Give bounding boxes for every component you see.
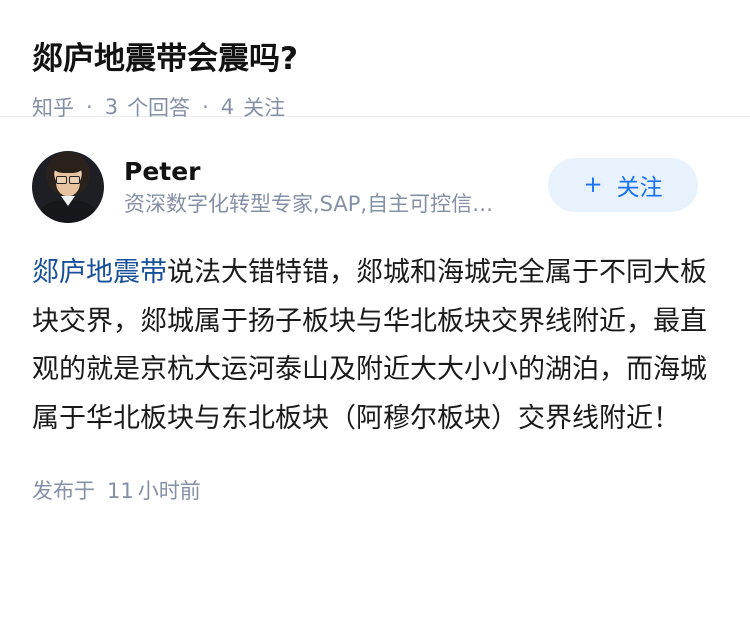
publish-prefix: 发布于 <box>32 479 95 503</box>
author-name[interactable]: Peter <box>124 155 524 189</box>
answer-card: Peter 资深数字化转型专家,SAP,自主可控信息化系统规划 + 关注 郯庐地… <box>0 151 750 505</box>
author-row: Peter 资深数字化转型专家,SAP,自主可控信息化系统规划 + 关注 <box>32 151 718 223</box>
question-title[interactable]: 郯庐地震带会震吗? <box>32 34 718 84</box>
keyword-link[interactable]: 郯庐地震带 <box>32 257 167 288</box>
avatar-hair <box>53 159 83 173</box>
meta-separator: · <box>86 95 93 119</box>
follow-button[interactable]: + 关注 <box>548 158 698 212</box>
publish-value: 11 <box>107 479 134 503</box>
answers-count: 3 <box>104 95 119 119</box>
publish-time: 发布于 11 小时前 <box>32 475 718 505</box>
meta-separator: · <box>202 95 209 119</box>
publish-suffix: 小时前 <box>137 479 201 503</box>
question-meta: 知乎 · 3 个回答 · 4 关注 <box>32 92 718 122</box>
source-label[interactable]: 知乎 <box>32 92 74 122</box>
author-info: Peter 资深数字化转型专家,SAP,自主可控信息化系统规划 <box>124 155 524 219</box>
followers-count: 4 <box>220 95 235 119</box>
avatar-glasses-left <box>56 176 67 184</box>
follow-button-label: 关注 <box>616 175 663 201</box>
plus-icon: + <box>583 172 603 198</box>
followers-label: 关注 <box>243 96 286 120</box>
answers-label[interactable]: 个回答 <box>127 92 190 122</box>
author-bio: 资深数字化转型专家,SAP,自主可控信息化系统规划 <box>124 192 514 216</box>
answer-content: 郯庐地震带说法大错特错，郯城和海城完全属于不同大板块交界，郯城属于扬子板块与华北… <box>32 249 718 443</box>
question-header: 郯庐地震带会震吗? 知乎 · 3 个回答 · 4 关注 <box>0 0 750 120</box>
avatar-glasses-right <box>69 176 80 184</box>
avatar[interactable] <box>32 151 104 223</box>
